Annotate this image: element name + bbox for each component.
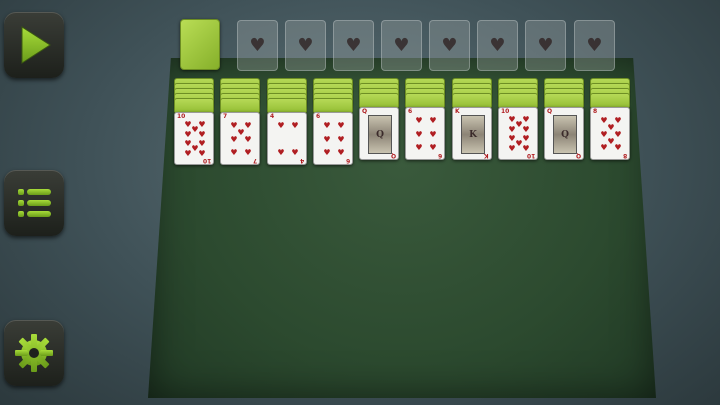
card-pips: ♥ ♥ ♥ ♥ ♥ ♥ ♥ — [228, 120, 254, 159]
foundation-slot[interactable]: ♥ — [574, 20, 615, 71]
play-icon — [21, 26, 51, 64]
heart-icon: ♥ — [323, 121, 331, 130]
card-rank: 7 — [223, 113, 228, 120]
face-up-card[interactable]: 6 6 ♥ ♥ ♥ ♥ ♥ ♥ — [313, 112, 353, 165]
heart-icon: ♥ — [600, 143, 608, 152]
heart-icon: ♥ — [323, 148, 331, 157]
card-rank: K — [484, 152, 489, 159]
foundation-slot[interactable]: ♥ — [477, 20, 518, 71]
heart-icon: ♥ — [429, 129, 437, 139]
heart-icon: ♥ — [429, 143, 437, 152]
foundation-slot[interactable]: ♥ — [333, 20, 374, 71]
gear-icon — [15, 334, 53, 372]
play-button[interactable] — [4, 12, 64, 78]
heart-icon: ♥ — [277, 148, 285, 157]
heart-icon: ♥ — [198, 130, 206, 139]
heart-icon: ♥ — [337, 121, 345, 130]
heart-icon: ♥ — [522, 125, 530, 134]
face-up-card[interactable]: 10 10 ♥ ♥ ♥ ♥ ♥ ♥ ♥ ♥ ♥ ♥ — [174, 112, 214, 165]
heart-icon: ♥ — [586, 34, 603, 56]
heart-icon: ♥ — [184, 149, 192, 158]
heart-icon: ♥ — [415, 129, 423, 139]
court-card-art: Q — [368, 115, 392, 154]
card-rank: 6 — [316, 113, 321, 120]
heart-icon: ♥ — [337, 148, 345, 157]
card-rank: 8 — [593, 108, 598, 115]
heart-icon: ♥ — [415, 143, 423, 152]
card-pips: ♥ ♥ ♥ ♥ ♥ ♥ ♥ ♥ ♥ ♥ — [182, 120, 208, 159]
card-pips: ♥ ♥ ♥ ♥ ♥ ♥ ♥ ♥ ♥ ♥ — [506, 115, 532, 154]
face-up-card[interactable]: 7 7 ♥ ♥ ♥ ♥ ♥ ♥ ♥ — [220, 112, 260, 165]
list-icon — [18, 189, 51, 217]
heart-icon: ♥ — [522, 134, 530, 143]
court-letter: K — [469, 129, 477, 140]
foundation-slot[interactable]: ♥ — [525, 20, 566, 71]
court-card-art: K — [461, 115, 485, 154]
face-up-card[interactable]: 10 10 ♥ ♥ ♥ ♥ ♥ ♥ ♥ ♥ ♥ ♥ — [498, 107, 538, 160]
heart-icon: ♥ — [429, 116, 437, 125]
heart-icon: ♥ — [184, 130, 192, 139]
heart-icon: ♥ — [323, 134, 331, 144]
card-pips: ♥ ♥ ♥ ♥ ♥ ♥ ♥ ♥ — [598, 115, 624, 154]
face-up-card[interactable]: 4 4 ♥ ♥ ♥ ♥ — [267, 112, 307, 165]
stock-pile[interactable] — [180, 19, 220, 70]
heart-icon: ♥ — [522, 115, 530, 124]
heart-icon: ♥ — [522, 144, 530, 153]
card-pips: ♥ ♥ ♥ ♥ ♥ ♥ — [413, 115, 439, 154]
card-rank: Q — [547, 108, 553, 115]
heart-icon: ♥ — [441, 34, 458, 56]
foundation-slot[interactable]: ♥ — [429, 20, 470, 71]
heart-icon: ♥ — [230, 148, 238, 157]
heart-icon: ♥ — [291, 148, 299, 157]
court-card-art: Q — [553, 115, 577, 154]
heart-icon: ♥ — [244, 134, 252, 144]
heart-icon: ♥ — [345, 34, 362, 56]
heart-icon: ♥ — [230, 134, 238, 144]
heart-icon: ♥ — [244, 121, 252, 130]
heart-icon: ♥ — [198, 120, 206, 129]
heart-icon: ♥ — [614, 116, 622, 125]
heart-icon: ♥ — [337, 134, 345, 144]
card-pips: ♥ ♥ ♥ ♥ — [275, 120, 301, 159]
foundation-slot[interactable]: ♥ — [237, 20, 278, 71]
face-up-card[interactable]: 8 8 ♥ ♥ ♥ ♥ ♥ ♥ ♥ ♥ — [590, 107, 630, 160]
heart-icon: ♥ — [291, 121, 299, 130]
court-letter: Q — [561, 129, 569, 140]
court-letter: Q — [376, 129, 384, 140]
card-rank: 4 — [270, 113, 275, 120]
heart-icon: ♥ — [415, 116, 423, 125]
heart-icon: ♥ — [277, 121, 285, 130]
heart-icon: ♥ — [198, 139, 206, 148]
face-up-card[interactable]: QQQ — [359, 107, 399, 160]
card-rank: 6 — [408, 108, 413, 115]
heart-icon: ♥ — [508, 125, 516, 134]
card-pips: ♥ ♥ ♥ ♥ ♥ ♥ — [321, 120, 347, 159]
settings-button[interactable] — [4, 320, 64, 386]
heart-icon: ♥ — [244, 148, 252, 157]
heart-icon: ♥ — [393, 34, 410, 56]
face-up-card[interactable]: 6 6 ♥ ♥ ♥ ♥ ♥ ♥ — [405, 107, 445, 160]
foundation-slot[interactable]: ♥ — [285, 20, 326, 71]
menu-button[interactable] — [4, 170, 64, 236]
card-rank: Q — [362, 108, 368, 115]
face-up-card[interactable]: K K K — [452, 107, 492, 160]
heart-icon: ♥ — [614, 143, 622, 152]
foundation-slot[interactable]: ♥ — [381, 20, 422, 71]
heart-icon: ♥ — [249, 34, 266, 56]
heart-icon: ♥ — [537, 34, 554, 56]
heart-icon: ♥ — [508, 144, 516, 153]
heart-icon: ♥ — [297, 34, 314, 56]
heart-icon: ♥ — [489, 34, 506, 56]
card-rank: K — [455, 108, 460, 115]
heart-icon: ♥ — [198, 149, 206, 158]
face-up-card[interactable]: QQQ — [544, 107, 584, 160]
heart-icon: ♥ — [614, 129, 622, 139]
